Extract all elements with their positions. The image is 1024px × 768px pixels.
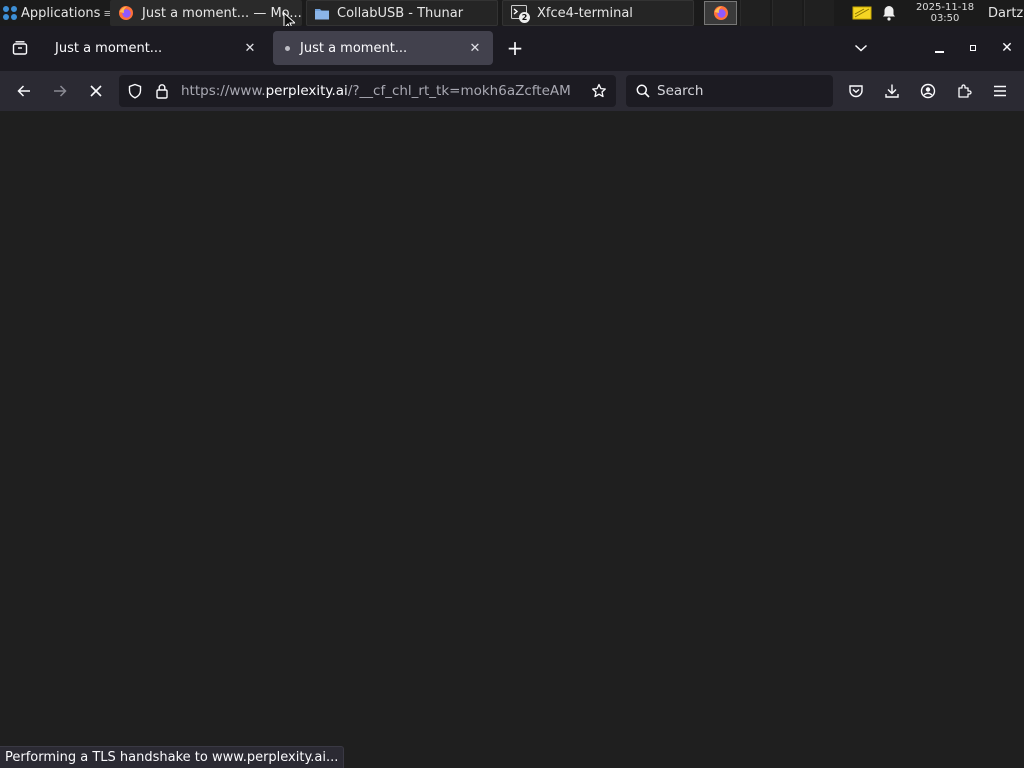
taskbar-item-thunar[interactable]: CollabUSB - Thunar bbox=[306, 0, 498, 26]
applications-label: Applications bbox=[21, 5, 101, 21]
url-host: perplexity.ai bbox=[265, 83, 348, 99]
navigation-toolbar: https://www.perplexity.ai/?__cf_chl_rt_t… bbox=[0, 71, 1024, 111]
arrow-left-icon bbox=[16, 83, 32, 99]
search-placeholder: Search bbox=[657, 83, 704, 99]
taskbar-item-firefox-launcher[interactable] bbox=[704, 1, 737, 25]
app-menu-button[interactable] bbox=[986, 77, 1014, 105]
browser-tab-strip: Just a moment... ✕ Just a moment... ✕ + … bbox=[0, 26, 1024, 71]
close-window-button[interactable]: ✕ bbox=[994, 35, 1020, 61]
tab-groups-button[interactable] bbox=[8, 35, 32, 61]
forward-button[interactable] bbox=[46, 77, 74, 105]
url-bar[interactable]: https://www.perplexity.ai/?__cf_chl_rt_t… bbox=[119, 75, 616, 107]
tab-inactive[interactable]: Just a moment... ✕ bbox=[44, 31, 268, 65]
search-icon bbox=[636, 84, 650, 98]
minimize-window-button[interactable] bbox=[926, 35, 952, 61]
back-button[interactable] bbox=[10, 77, 38, 105]
notification-bell-icon[interactable] bbox=[882, 0, 896, 26]
pocket-icon bbox=[848, 83, 864, 99]
firefox-icon bbox=[713, 5, 729, 21]
list-all-tabs-button[interactable] bbox=[848, 35, 874, 61]
plus-icon: + bbox=[506, 36, 524, 60]
taskbar-item-terminal[interactable]: 2 Xfce4-terminal bbox=[502, 0, 694, 26]
taskbar-item-firefox[interactable]: Just a moment... — Mo... bbox=[110, 0, 302, 26]
tab-close-button[interactable]: ✕ bbox=[465, 38, 485, 58]
folder-icon bbox=[315, 7, 329, 20]
account-button[interactable] bbox=[914, 77, 942, 105]
close-icon bbox=[89, 84, 103, 98]
taskbar-item-label: CollabUSB - Thunar bbox=[337, 5, 464, 21]
taskbar-item-label: Xfce4-terminal bbox=[537, 5, 633, 21]
tab-close-button[interactable]: ✕ bbox=[240, 38, 260, 58]
url-text[interactable]: https://www.perplexity.ai/?__cf_chl_rt_t… bbox=[181, 75, 585, 107]
clock-time: 03:50 bbox=[930, 13, 960, 24]
user-name[interactable]: Dartz bbox=[988, 0, 1023, 26]
lock-icon[interactable] bbox=[155, 83, 169, 99]
terminal-icon: 2 bbox=[511, 4, 530, 23]
clock-date: 2025-11-18 bbox=[915, 2, 975, 13]
status-bar: Performing a TLS handshake to www.perple… bbox=[0, 746, 345, 768]
maximize-icon bbox=[970, 45, 976, 51]
panel-spacer bbox=[772, 0, 802, 26]
terminal-count-badge: 2 bbox=[519, 12, 530, 23]
taskbar-item-label: Just a moment... — Mo... bbox=[142, 5, 302, 21]
tab-title: Just a moment... bbox=[55, 40, 163, 56]
puzzle-piece-icon bbox=[956, 83, 972, 99]
tab-active[interactable]: Just a moment... ✕ bbox=[273, 31, 493, 65]
close-icon: ✕ bbox=[469, 40, 481, 56]
xfce-top-panel: Applications ≡ Just a moment... — Mo... … bbox=[0, 0, 1024, 32]
account-icon bbox=[920, 83, 936, 99]
tab-title: Just a moment... bbox=[300, 40, 408, 56]
search-bar[interactable]: Search bbox=[626, 75, 833, 107]
xfce-logo-icon bbox=[2, 5, 18, 21]
hamburger-menu-icon bbox=[993, 85, 1007, 97]
tracking-protection-shield-icon[interactable] bbox=[127, 83, 143, 99]
close-icon: ✕ bbox=[244, 40, 256, 56]
bookmark-star-icon[interactable] bbox=[591, 83, 607, 99]
new-tab-button[interactable]: + bbox=[502, 35, 528, 61]
download-icon bbox=[884, 83, 900, 99]
battery-tray-icon[interactable] bbox=[852, 0, 872, 26]
chevron-down-icon bbox=[854, 43, 868, 53]
close-icon: ✕ bbox=[1001, 40, 1013, 56]
maximize-window-button[interactable] bbox=[960, 35, 986, 61]
firefox-icon bbox=[118, 5, 134, 21]
panel-spacer bbox=[804, 0, 834, 26]
downloads-button[interactable] bbox=[878, 77, 906, 105]
tab-loading-indicator-icon bbox=[285, 45, 290, 51]
applications-menu-button[interactable]: Applications ≡ bbox=[0, 0, 113, 26]
extensions-button[interactable] bbox=[950, 77, 978, 105]
page-content-area[interactable] bbox=[0, 111, 1024, 768]
stop-loading-button[interactable] bbox=[82, 77, 110, 105]
pocket-button[interactable] bbox=[842, 77, 870, 105]
tab-tray-icon bbox=[12, 40, 28, 56]
minimize-icon bbox=[934, 51, 944, 53]
url-path: /?__cf_chl_rt_tk=mokh6aZcfteAM bbox=[347, 83, 571, 99]
panel-spacer bbox=[740, 0, 770, 26]
url-prefix: https://www. bbox=[181, 83, 266, 99]
arrow-right-icon bbox=[52, 83, 68, 99]
panel-clock[interactable]: 2025-11-18 03:50 bbox=[912, 0, 978, 26]
